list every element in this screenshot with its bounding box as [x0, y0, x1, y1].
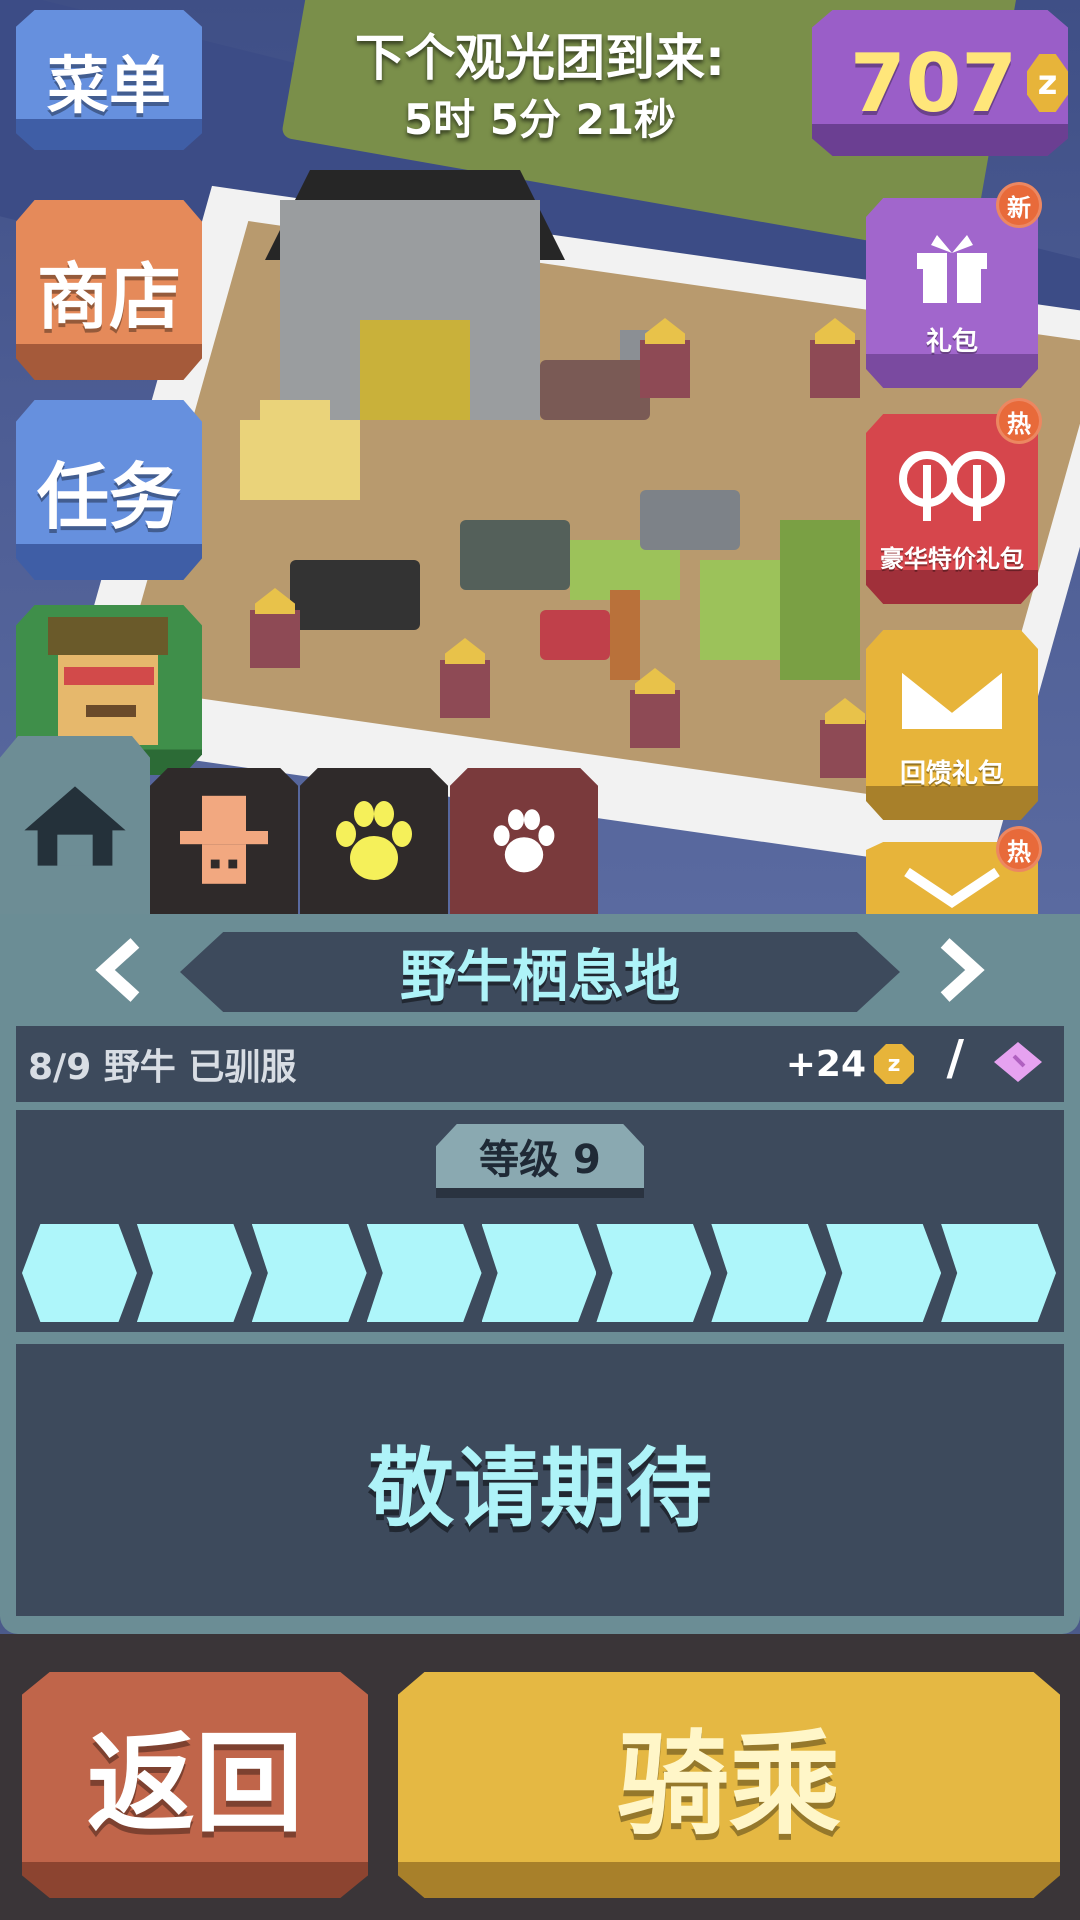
- bison[interactable]: [460, 520, 570, 590]
- progress-segment: [941, 1224, 1057, 1322]
- progress-segment: [251, 1224, 367, 1322]
- progress-segment: [366, 1224, 482, 1322]
- bison[interactable]: [540, 360, 650, 420]
- chevron-left-icon: [95, 938, 140, 1002]
- progress-segment: [826, 1224, 942, 1322]
- progress-segment: [596, 1224, 712, 1322]
- lantern-icon: [899, 451, 1005, 521]
- gift-pack-label: 礼包: [925, 327, 978, 357]
- fence-post: [440, 660, 490, 718]
- barn-door: [360, 320, 470, 420]
- shop-label: 商店: [36, 254, 181, 339]
- tab-zookeeper[interactable]: [150, 768, 298, 916]
- habitat-reward: +24 z: [786, 1026, 914, 1102]
- feedback-pack-button[interactable]: 回馈礼包: [866, 630, 1038, 820]
- zookeeper-glasses: [64, 667, 154, 685]
- coming-soon-section: 敬请期待: [16, 1344, 1064, 1616]
- luxury-pack-label: 豪华特价礼包: [880, 545, 1024, 573]
- paw-icon: [336, 801, 412, 880]
- fence-post: [810, 340, 860, 398]
- level-badge: 等级 9: [436, 1124, 644, 1198]
- tasks-button[interactable]: 任务: [16, 400, 202, 580]
- progress-segment: [711, 1224, 827, 1322]
- back-button[interactable]: 返回: [22, 1672, 368, 1898]
- level-label: 等级 9: [479, 1137, 601, 1183]
- rainbow-bison[interactable]: [290, 560, 420, 630]
- previous-habitat-button[interactable]: [80, 930, 160, 1010]
- tamed-count: 8/9 野牛 已驯服: [28, 1047, 297, 1088]
- coin-amount: 707: [850, 36, 1017, 130]
- ticket-icon: [994, 1042, 1042, 1082]
- zookeeper-mustache: [86, 705, 136, 717]
- coin-icon: z: [874, 1044, 914, 1084]
- coming-soon-text: 敬请期待: [368, 1438, 712, 1539]
- hot-badge: 热: [996, 826, 1042, 872]
- zookeeper-hat: [48, 617, 168, 655]
- progress-segment: [22, 1224, 137, 1322]
- back-label: 返回: [86, 1722, 303, 1847]
- cowboy-hat-icon: [180, 795, 268, 884]
- habitat-name: 野牛栖息地: [400, 944, 680, 1010]
- hay-bale: [260, 400, 330, 430]
- progress-segment: [136, 1224, 252, 1322]
- tab-pets[interactable]: [450, 768, 598, 916]
- level-progress-bar: [22, 1224, 1057, 1322]
- bush: [780, 520, 860, 680]
- fence-post: [630, 690, 680, 748]
- tree-trunk: [610, 590, 640, 680]
- hot-badge: 热: [996, 398, 1042, 444]
- bison[interactable]: [640, 490, 740, 550]
- reward-separator: /: [946, 1030, 964, 1086]
- ride-label: 骑乘: [617, 1720, 841, 1850]
- chevron-right-icon: [940, 938, 985, 1002]
- envelope-icon: [900, 666, 1004, 729]
- coin-counter[interactable]: 707 z: [812, 10, 1068, 156]
- heart-icon: [904, 867, 1000, 909]
- tab-home[interactable]: [0, 736, 150, 916]
- ride-button[interactable]: 骑乘: [398, 1672, 1060, 1898]
- fence-post: [820, 720, 870, 778]
- reward-amount: +24: [785, 1043, 866, 1085]
- feedback-pack-label: 回馈礼包: [899, 759, 1004, 789]
- coin-icon: z: [1027, 54, 1068, 112]
- hay-bale: [240, 420, 360, 500]
- gift-icon: [917, 235, 987, 303]
- paw-icon: [493, 809, 555, 873]
- tab-wild-animals[interactable]: [300, 768, 448, 916]
- next-habitat-button[interactable]: [920, 930, 1000, 1010]
- habitat-title-bar: 野牛栖息地: [180, 932, 900, 1012]
- tamed-status-row: 8/9 野牛 已驯服 +24 z /: [16, 1026, 1064, 1102]
- new-badge: 新: [996, 182, 1042, 228]
- red-bison[interactable]: [540, 610, 610, 660]
- progress-segment: [481, 1224, 597, 1322]
- shop-button[interactable]: 商店: [16, 200, 202, 380]
- fence-post: [640, 340, 690, 398]
- fence-post: [250, 610, 300, 668]
- home-icon: [24, 786, 126, 866]
- tasks-label: 任务: [36, 454, 181, 539]
